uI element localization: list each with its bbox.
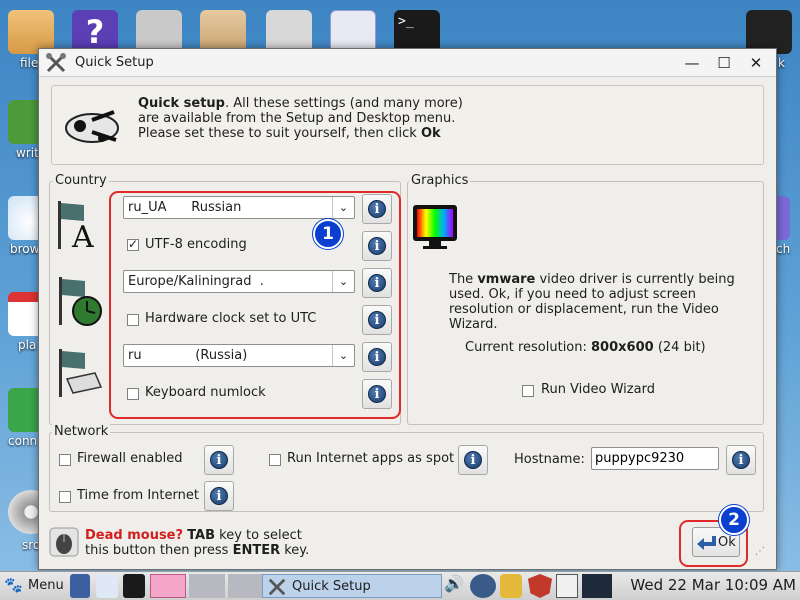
desktop-label-conn: conn: [8, 434, 38, 448]
task-quick-setup[interactable]: Quick Setup: [262, 574, 442, 598]
minimize-button[interactable]: —: [682, 53, 702, 73]
internet-time-checkbox[interactable]: [59, 491, 71, 503]
graphics-frame-label: Graphics: [409, 173, 471, 188]
step-badge-2: 2: [719, 505, 749, 535]
info-icon: i: [210, 487, 228, 505]
window-title: Quick Setup: [75, 55, 154, 70]
hostname-field[interactable]: [591, 447, 719, 470]
info-icon: i: [732, 451, 750, 469]
resolution-label: Current resolution:: [465, 340, 587, 355]
firewall-shield-icon[interactable]: [528, 574, 552, 598]
tools-icon: [268, 578, 286, 596]
internet-time-info-button[interactable]: i: [204, 481, 234, 511]
desktop-label-writ: writ: [16, 146, 39, 160]
country-frame-label: Country: [53, 173, 109, 188]
show-desktop-icon[interactable]: [70, 574, 90, 598]
clipboard-icon[interactable]: [556, 574, 578, 598]
step-badge-1: 1: [313, 219, 343, 249]
dead-mouse-hint: Dead mouse? TAB key to select this butto…: [85, 528, 309, 558]
timezone-clock-icon: [59, 277, 102, 326]
spot-info-button[interactable]: i: [458, 445, 488, 475]
enter-key: ENTER: [232, 543, 281, 558]
hostname-info-button[interactable]: i: [726, 445, 756, 475]
workspace-1[interactable]: [150, 574, 186, 598]
clock[interactable]: Wed 22 Mar 10:09 AM: [630, 576, 796, 594]
menu-label: Menu: [28, 578, 64, 593]
resolution-bits: (24 bit): [657, 340, 706, 355]
graphics-driver-name: vmware: [477, 272, 536, 287]
info-icon: i: [210, 451, 228, 469]
network-frame-label: Network: [52, 424, 111, 439]
resolution-value: 800x600: [591, 340, 654, 355]
workspace-3[interactable]: [228, 574, 262, 598]
intro-text: Quick setup. All these settings (and man…: [138, 96, 478, 141]
hint-line2-post: key.: [280, 543, 310, 558]
storage-icon[interactable]: [500, 574, 522, 598]
monitor-icon: [413, 205, 457, 249]
graphics-description: The vmware video driver is currently bei…: [449, 272, 759, 332]
keyboard-icon: [59, 349, 103, 397]
hint-line1-rest: key to select: [215, 528, 302, 543]
quick-setup-window: Quick Setup — ☐ ✕ Quick setup. All these…: [38, 48, 777, 570]
workspace-2[interactable]: [189, 574, 225, 598]
tab-key: TAB: [187, 528, 216, 543]
tools-icon: [46, 53, 66, 73]
desktop-label-brow: brow: [10, 242, 40, 256]
menu-button[interactable]: 🐾 Menu: [2, 574, 66, 598]
video-wizard-label: Run Video Wizard: [541, 382, 655, 397]
firewall-label: Firewall enabled: [77, 451, 183, 466]
graphics-desc-pre: The: [449, 272, 478, 287]
current-resolution: Current resolution: 800x600 (24 bit): [465, 340, 706, 355]
hostname-input[interactable]: [592, 448, 718, 469]
intro-bold-lead: Quick setup: [138, 96, 225, 111]
spot-label: Run Internet apps as spot: [287, 451, 455, 466]
network-status-icon[interactable]: [470, 574, 496, 598]
cpu-monitor-icon: [582, 574, 612, 598]
volume-icon[interactable]: 🔊: [444, 574, 468, 598]
dead-mouse-warning: Dead mouse?: [85, 528, 184, 543]
mouse-icon: [49, 527, 79, 557]
hint-line2-pre: this button then press: [85, 543, 233, 558]
puppy-menu-icon: 🐾: [4, 576, 23, 594]
intro-bold-end: Ok: [420, 126, 441, 141]
language-flag-icon: A: [58, 201, 94, 251]
spot-checkbox[interactable]: [269, 454, 281, 466]
task-label: Quick Setup: [292, 579, 371, 594]
video-wizard-checkbox[interactable]: [522, 385, 534, 397]
intro-panel: Quick setup. All these settings (and man…: [51, 85, 764, 165]
window-titlebar[interactable]: Quick Setup — ☐ ✕: [39, 49, 776, 77]
desktop-label-file: file: [20, 56, 39, 70]
firewall-checkbox[interactable]: [59, 454, 71, 466]
desktop-label-pla: pla: [18, 338, 37, 352]
svg-text:A: A: [71, 220, 94, 251]
close-button[interactable]: ✕: [746, 53, 766, 73]
terminal-launch-icon[interactable]: [123, 574, 145, 598]
puppy-tools-logo-icon: [65, 110, 119, 143]
browser-launch-icon[interactable]: [96, 574, 118, 598]
maximize-button[interactable]: ☐: [714, 53, 734, 73]
country-highlight-outline: [109, 191, 401, 419]
info-icon: i: [464, 451, 482, 469]
firewall-info-button[interactable]: i: [204, 445, 234, 475]
resize-grip-icon[interactable]: ⋰: [755, 546, 765, 557]
internet-time-label: Time from Internet: [77, 488, 199, 503]
desktop-label-right-1: k: [778, 56, 785, 70]
hostname-label: Hostname:: [514, 452, 585, 467]
taskbar: 🐾 Menu Quick Setup 🔊 Wed 22 Mar 10:09 AM: [0, 571, 800, 600]
desktop-label-right-2: ch: [776, 242, 791, 256]
